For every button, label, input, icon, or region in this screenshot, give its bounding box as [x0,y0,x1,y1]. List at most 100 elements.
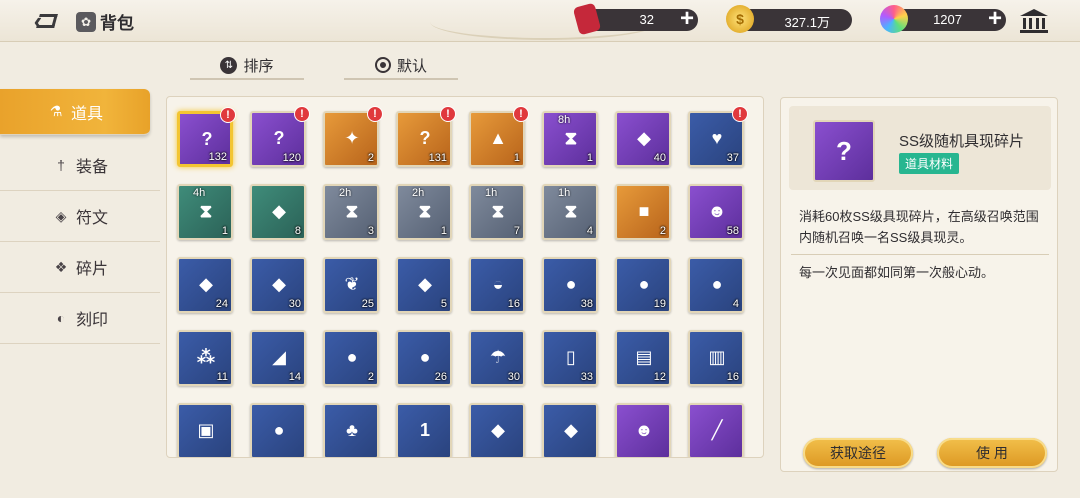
item-count: 132 [208,151,227,163]
inventory-slot[interactable]: ⧗ 8h 1 [542,111,598,167]
item-count: 11 [216,371,228,383]
item-icon: ▣ [197,419,215,440]
item-count: 40 [653,152,666,164]
item-icon: 1 [419,419,430,440]
sword-icon: † [57,157,65,173]
inventory-slot[interactable]: ⧗ 2h 3 [323,184,379,240]
inventory-slot[interactable]: ☂ 30 [469,330,525,386]
tab-label: 刻印 [75,312,108,329]
inventory-slot[interactable]: ✦ 2! [323,106,383,167]
tab-label: 碎片 [75,261,108,278]
item-icon: ◆ [272,273,286,294]
inventory-slot[interactable]: ♣ [323,403,379,457]
inventory-slot[interactable]: ⧗ 1h 7 [469,184,525,240]
inventory-slot[interactable]: ● 4 [688,257,744,313]
inventory-slot[interactable]: ◢ 14 [250,330,306,386]
get-source-button[interactable]: 获取途径 [803,438,913,468]
inventory-slot[interactable]: ◆ 24 [177,257,233,313]
item-count: 4 [732,298,739,310]
inventory-slot[interactable]: ☻ [615,403,671,457]
inventory-slot[interactable]: ◆ 8 [250,184,306,240]
item-icon: ◆ [564,419,578,440]
inventory-slot[interactable]: ● [250,403,306,457]
item-icon: ◒ [492,273,504,294]
alert-badge-icon: ! [220,107,236,123]
inventory-slot[interactable]: ▣ [177,403,233,457]
item-icon: ♣ [346,419,358,440]
item-icon: ? [273,127,285,148]
inventory-slot[interactable]: ◆ 40 [615,111,671,167]
item-flavor-text: 每一次见面都如同第一次般心动。 [799,265,995,280]
item-count: 7 [513,225,520,237]
inventory-slot[interactable]: ◆ 5 [396,257,452,313]
inventory-slot[interactable]: ❦ 25 [323,257,379,313]
inventory-slot[interactable]: ▯ 33 [542,330,598,386]
inventory-slot[interactable]: ● 26 [396,330,452,386]
item-timer: 2h [412,187,425,199]
page-title-group: ✿ 背包 [76,9,134,34]
item-count: 2 [659,225,666,237]
item-count: 1 [440,225,447,237]
tab-equipment[interactable]: † 装备 [0,140,160,191]
tab-items[interactable]: ⚗ 道具 [0,89,150,135]
tab-label: 符文 [75,210,108,227]
item-icon: ☻ [707,200,727,221]
inventory-slot[interactable]: ? 131! [396,106,456,167]
item-detail-panel: ? SS级随机具现碎片 道具材料 消耗60枚SS级具现碎片，在高级召唤范围内随机… [780,97,1058,472]
sort-default-label: 默认 [396,57,427,75]
add-gem-button[interactable]: + [988,7,1002,31]
alert-badge-icon: ! [440,106,456,122]
sort-icon: ⇅ [220,56,238,74]
tab-runes[interactable]: ◈ 符文 [0,191,160,242]
item-count: 4 [586,225,593,237]
back-button[interactable]: ‹ [18,6,72,36]
bank-icon[interactable] [1017,6,1051,36]
alert-badge-icon: ! [513,106,529,122]
inventory-slot[interactable]: ♥ 37! [688,106,748,167]
inventory-slot[interactable]: ⧗ 1h 4 [542,184,598,240]
item-icon: ❦ [344,273,360,294]
inventory-slot[interactable]: ⁂ 11 [177,330,233,386]
inventory-slot[interactable]: ☻ 58 [688,184,744,240]
inventory-slot[interactable]: ◆ 30 [250,257,306,313]
inventory-slot[interactable]: ◆ [542,403,598,457]
item-timer: 2h [339,187,352,199]
item-icon: ■ [638,200,650,221]
inventory-slot[interactable]: ? 132! [177,107,236,167]
inventory-slot[interactable]: ● 19 [615,257,671,313]
item-icon: ? [419,127,431,148]
tab-shards[interactable]: ❖ 碎片 [0,242,160,293]
sort-bar: ⇅ 排序 默认 [190,52,458,80]
inventory-slot[interactable]: ▤ 12 [615,330,671,386]
item-count: 33 [580,371,593,383]
item-count: 19 [653,298,666,310]
item-count: 14 [288,371,301,383]
item-count: 30 [288,298,301,310]
item-count: 58 [726,225,739,237]
sort-order-button[interactable]: ⇅ 排序 [190,52,304,80]
tab-seals[interactable]: ◐ 刻印 [0,293,160,344]
inventory-slot[interactable]: ? 120! [250,106,310,167]
inventory-slot[interactable]: ◒ 16 [469,257,525,313]
inventory-slot[interactable]: ■ 2 [615,184,671,240]
item-count: 131 [428,152,447,164]
inventory-slot[interactable]: ▥ 16 [688,330,744,386]
inventory-panel: ? 132!? 120! ✦ 2!? 131! ▲ 1! ⧗ 8h 1 ◆ 40 ♥ 37! ⧗ 4h 1 ◆ 8 ⧗ 2… [166,96,764,458]
inventory-slot[interactable]: ▲ 1! [469,106,529,167]
item-icon: ◆ [272,200,286,221]
inventory-slot[interactable]: ╱ [688,403,744,457]
sort-default-button[interactable]: 默认 [344,52,458,80]
inventory-slot[interactable]: ● 38 [542,257,598,313]
inventory-slot[interactable]: ● 2 [323,330,379,386]
add-ticket-button[interactable]: + [680,7,694,31]
inventory-slot[interactable]: ⧗ 2h 1 [396,184,452,240]
item-icon: ♥ [711,127,723,148]
inventory-slot[interactable]: ⧗ 4h 1 [177,184,233,240]
inventory-slot[interactable]: 1 [396,403,452,457]
item-icon: ▯ [566,346,576,367]
shard-icon: ❖ [54,258,68,275]
item-icon: ◢ [272,346,286,367]
inventory-slot[interactable]: ◆ [469,403,525,457]
use-button[interactable]: 使 用 [937,438,1047,468]
item-count: 1 [586,152,593,164]
